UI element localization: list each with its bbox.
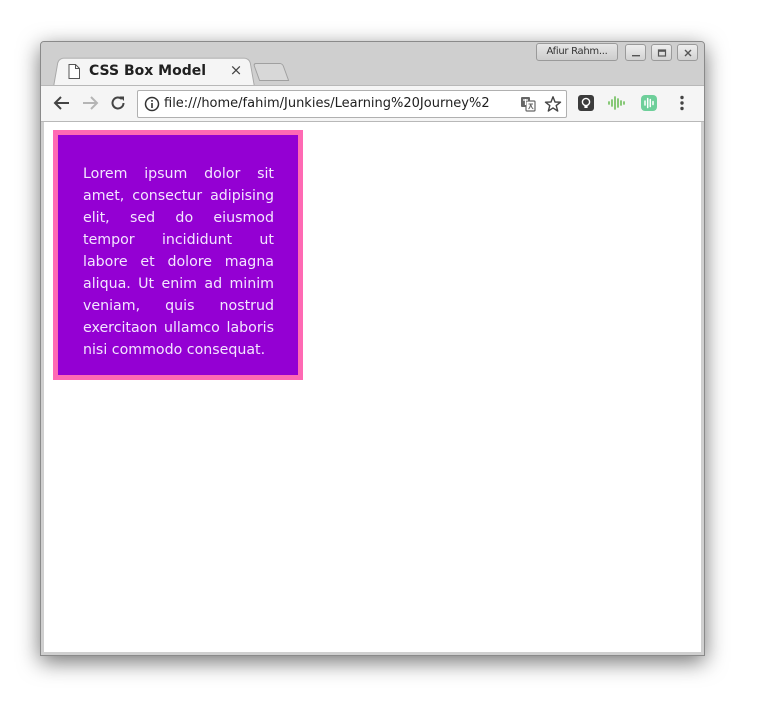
box-paragraph: Lorem ipsum dolor sit amet, consectur ad…	[83, 166, 274, 358]
star-icon[interactable]	[544, 95, 562, 113]
browser-window: CSS Box Model × Afiur Rahm... file:///ho…	[40, 41, 705, 656]
back-arrow-icon[interactable]	[51, 92, 73, 114]
page-viewport: Lorem ipsum dolor sit amet, consectur ad…	[44, 122, 701, 652]
forward-arrow-icon[interactable]	[79, 92, 101, 114]
css-box: Lorem ipsum dolor sit amet, consectur ad…	[53, 130, 303, 380]
tab-close-button[interactable]: ×	[229, 61, 243, 79]
minimize-button[interactable]	[625, 44, 646, 61]
green-waveform-extension-icon[interactable]	[638, 92, 660, 114]
maximize-icon	[657, 48, 666, 57]
lightbulb-extension-icon[interactable]	[575, 92, 597, 114]
translate-icon[interactable]	[520, 96, 536, 112]
tab-content: CSS Box Model	[67, 60, 247, 82]
info-icon[interactable]	[144, 96, 160, 112]
reload-icon[interactable]	[107, 92, 129, 114]
url-text: file:///home/fahim/Junkies/Learning%20Jo…	[164, 96, 490, 111]
close-window-button[interactable]	[677, 44, 698, 61]
tab-title: CSS Box Model	[89, 63, 207, 79]
audio-waveform-extension-icon[interactable]	[606, 92, 628, 114]
profile-button[interactable]: Afiur Rahm...	[536, 43, 618, 61]
maximize-button[interactable]	[651, 44, 672, 61]
tab-strip: CSS Box Model × Afiur Rahm...	[41, 42, 704, 87]
document-icon	[67, 63, 81, 79]
kebab-menu-icon[interactable]	[671, 92, 693, 114]
new-tab-button[interactable]	[252, 63, 290, 81]
minimize-icon	[631, 54, 640, 56]
toolbar: file:///home/fahim/Junkies/Learning%20Jo…	[41, 85, 704, 122]
close-icon	[684, 49, 691, 56]
address-bar[interactable]: file:///home/fahim/Junkies/Learning%20Jo…	[137, 90, 567, 118]
